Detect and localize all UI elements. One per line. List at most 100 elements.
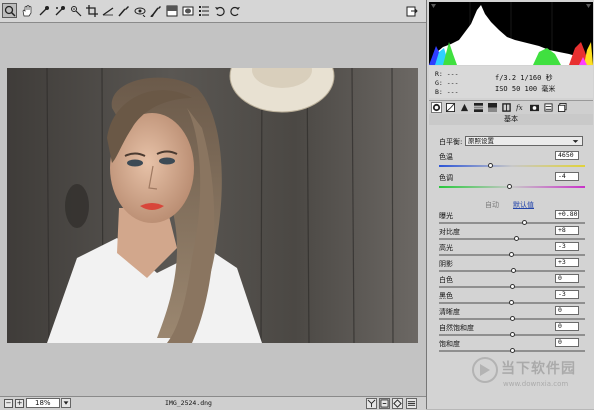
temperature-slider-thumb[interactable] bbox=[488, 163, 494, 168]
fx-icon[interactable]: fx bbox=[515, 102, 526, 113]
status-bar: − + 18% IMG_2524.dng bbox=[0, 396, 426, 410]
slider-2-thumb[interactable] bbox=[508, 252, 514, 257]
radial-filter-icon[interactable] bbox=[180, 3, 195, 18]
slider-1-track[interactable] bbox=[439, 236, 585, 241]
copy-settings-icon[interactable] bbox=[392, 398, 403, 409]
slider-4-thumb[interactable] bbox=[510, 284, 515, 289]
rgb-readout-b: B: --- bbox=[435, 88, 459, 96]
histogram bbox=[429, 2, 593, 65]
watermark: 当下软件园 www.downxia.com bbox=[471, 352, 591, 398]
hand-icon[interactable] bbox=[19, 3, 34, 18]
slider-6-input[interactable]: 0 bbox=[555, 306, 579, 315]
slider-5-label: 黑色 bbox=[439, 292, 453, 300]
default-link[interactable]: 默认值 bbox=[513, 200, 534, 210]
slider-5-input[interactable]: -3 bbox=[555, 290, 579, 299]
portrait-photo bbox=[7, 68, 418, 343]
preferences-icon[interactable] bbox=[196, 3, 211, 18]
red-eye-icon[interactable] bbox=[132, 3, 147, 18]
toolbar bbox=[0, 0, 426, 23]
slider-4-label: 白色 bbox=[439, 276, 453, 284]
white-balance-select[interactable]: 原照设置 bbox=[465, 136, 583, 146]
crop-icon[interactable] bbox=[84, 3, 99, 18]
zoom-out-button[interactable]: − bbox=[4, 399, 13, 408]
tint-slider[interactable] bbox=[439, 184, 585, 189]
slider-7-track[interactable] bbox=[439, 332, 585, 337]
detail-icon[interactable] bbox=[459, 102, 470, 113]
temperature-slider[interactable] bbox=[439, 163, 585, 168]
slider-8-label: 饱和度 bbox=[439, 340, 460, 348]
tint-input[interactable]: -4 bbox=[555, 172, 579, 181]
export-icon[interactable] bbox=[404, 3, 419, 18]
tint-label: 色调 bbox=[439, 174, 453, 182]
before-after-y-icon[interactable] bbox=[366, 398, 377, 409]
slider-5-thumb[interactable] bbox=[508, 300, 514, 305]
rgb-readout-g: G: --- bbox=[435, 79, 459, 87]
snapshots-icon[interactable] bbox=[557, 102, 568, 113]
slider-4-input[interactable]: 0 bbox=[555, 274, 579, 283]
file-name: IMG_2524.dng bbox=[165, 399, 212, 407]
slider-1-label: 对比度 bbox=[439, 228, 460, 236]
slider-2-input[interactable]: -3 bbox=[555, 242, 579, 251]
shadow-clipping-icon bbox=[431, 4, 436, 8]
slider-0-track[interactable] bbox=[439, 220, 585, 225]
temperature-label: 色温 bbox=[439, 153, 453, 161]
slider-7-label: 自然饱和度 bbox=[439, 324, 474, 332]
slider-7-input[interactable]: 0 bbox=[555, 322, 579, 331]
slider-3-label: 阴影 bbox=[439, 260, 453, 268]
slider-6-thumb[interactable] bbox=[510, 316, 515, 321]
slider-3-input[interactable]: +3 bbox=[555, 258, 579, 267]
color-sampler-icon[interactable] bbox=[52, 3, 67, 18]
chevron-down-icon bbox=[572, 140, 579, 143]
spot-removal-icon[interactable] bbox=[116, 3, 131, 18]
tint-slider-thumb[interactable] bbox=[507, 184, 513, 189]
zoom-level-select[interactable]: 18% bbox=[26, 398, 60, 408]
adjustment-brush-icon[interactable] bbox=[148, 3, 163, 18]
slider-6-label: 清晰度 bbox=[439, 308, 460, 316]
target-adjust-icon[interactable] bbox=[68, 3, 83, 18]
rotate-right-icon[interactable] bbox=[227, 3, 242, 18]
slider-3-thumb[interactable] bbox=[511, 268, 517, 273]
rgb-readout-r: R: --- bbox=[435, 70, 459, 78]
slider-3-track[interactable] bbox=[439, 268, 585, 273]
rotate-left-icon[interactable] bbox=[212, 3, 227, 18]
zoom-in-button[interactable]: + bbox=[15, 399, 24, 408]
camera-calibration-icon[interactable] bbox=[529, 102, 540, 113]
panel-tabs: fx bbox=[429, 100, 593, 115]
graduated-filter-icon[interactable] bbox=[164, 3, 179, 18]
slider-4-track[interactable] bbox=[439, 284, 585, 289]
slider-0-thumb[interactable] bbox=[521, 220, 527, 225]
slider-1-thumb[interactable] bbox=[514, 236, 520, 241]
toggle-preview-icon[interactable] bbox=[406, 398, 417, 409]
temperature-input[interactable]: 4650 bbox=[555, 151, 579, 160]
zoom-icon[interactable] bbox=[2, 3, 17, 18]
slider-7-thumb[interactable] bbox=[510, 332, 515, 337]
slider-2-label: 高光 bbox=[439, 244, 453, 252]
slider-5-track[interactable] bbox=[439, 300, 585, 305]
auto-link[interactable]: 自动 bbox=[485, 200, 499, 210]
lens-icon[interactable] bbox=[501, 102, 512, 113]
highlight-clipping-icon bbox=[586, 4, 591, 8]
slider-0-label: 曝光 bbox=[439, 212, 453, 220]
chevron-down-icon[interactable] bbox=[61, 398, 71, 408]
straighten-icon[interactable] bbox=[100, 3, 115, 18]
slider-6-track[interactable] bbox=[439, 316, 585, 321]
adjustment-panel: R: --- G: --- B: --- f/3.2 1/160 秒 ISO 5… bbox=[426, 0, 594, 409]
slider-1-input[interactable]: +8 bbox=[555, 226, 579, 235]
presets-icon[interactable] bbox=[543, 102, 554, 113]
camera-info: R: --- G: --- B: --- f/3.2 1/160 秒 ISO 5… bbox=[429, 66, 593, 98]
white-balance-label: 白平衡: bbox=[439, 138, 463, 146]
slider-0-input[interactable]: +0.80 bbox=[555, 210, 579, 219]
slider-8-input[interactable]: 0 bbox=[555, 338, 579, 347]
white-balance-icon[interactable] bbox=[36, 3, 51, 18]
split-toning-icon[interactable] bbox=[487, 102, 498, 113]
aperture-shutter: f/3.2 1/160 秒 bbox=[495, 74, 553, 82]
section-title: 基本 bbox=[429, 114, 593, 125]
histogram-graph bbox=[429, 2, 593, 65]
hsl-icon[interactable] bbox=[473, 102, 484, 113]
svg-text:fx: fx bbox=[516, 103, 523, 112]
slider-2-track[interactable] bbox=[439, 252, 585, 257]
swap-settings-icon[interactable] bbox=[379, 398, 390, 409]
photo-preview[interactable] bbox=[7, 68, 418, 343]
basic-icon[interactable] bbox=[431, 102, 442, 113]
tone-curve-icon[interactable] bbox=[445, 102, 456, 113]
